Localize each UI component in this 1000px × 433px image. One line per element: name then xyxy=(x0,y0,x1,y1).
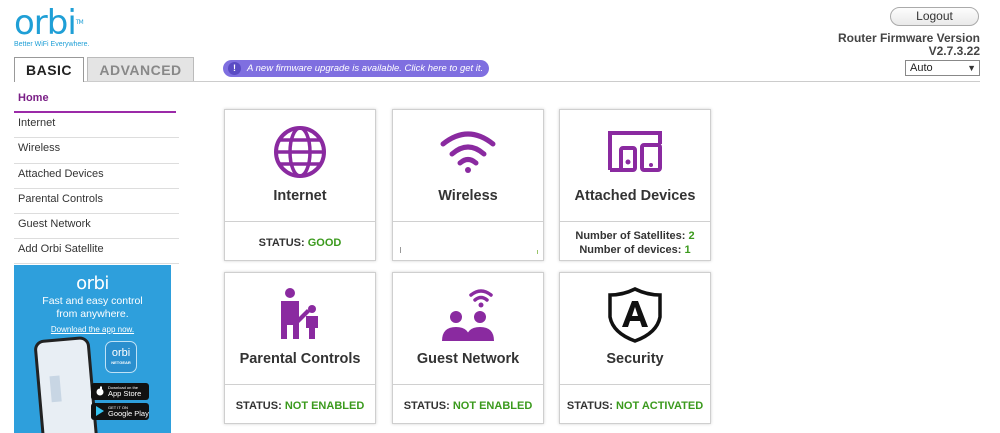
logo-tm: TM xyxy=(75,19,84,26)
status-label: STATUS: xyxy=(566,400,613,412)
satellites-count: Number of Satellites: 2 xyxy=(560,230,710,242)
devices-value: 1 xyxy=(684,244,691,256)
app-store-button[interactable]: Download on the App Store xyxy=(91,383,149,400)
firmware-upgrade-banner[interactable]: ! A new firmware upgrade is available. C… xyxy=(223,60,489,77)
status-label: STATUS: xyxy=(235,400,282,412)
google-play-button[interactable]: GET IT ON Google Play xyxy=(91,403,149,420)
chevron-down-icon: ▼ xyxy=(967,63,976,73)
language-value: Auto xyxy=(910,62,933,74)
card-internet[interactable]: Internet STATUS: GOOD xyxy=(224,109,376,261)
tab-divider xyxy=(84,81,980,82)
sidebar-item-guest-network[interactable]: Guest Network xyxy=(14,214,179,240)
status-value: NOT ENABLED xyxy=(452,400,533,412)
card-attached-devices[interactable]: Attached Devices Number of Satellites: 2… xyxy=(559,109,711,261)
shield-icon xyxy=(608,287,662,343)
card-divider xyxy=(393,384,543,385)
app-tile-sub: NETGEAR xyxy=(111,360,131,365)
card-divider xyxy=(225,384,375,385)
gplay-big: Google Play xyxy=(108,409,149,418)
satellites-value: 2 xyxy=(688,230,695,242)
orbi-logo: orbiTM Better WiFi Everywhere. xyxy=(14,6,89,48)
card-divider xyxy=(560,384,710,385)
card-title-attached-devices: Attached Devices xyxy=(574,188,696,204)
sidebar-item-home[interactable]: Home xyxy=(14,88,176,114)
guest-status: STATUS: NOT ENABLED xyxy=(393,400,543,412)
satellites-label: Number of Satellites: xyxy=(575,230,686,242)
tab-advanced[interactable]: ADVANCED xyxy=(87,57,194,81)
status-value: NOT ACTIVATED xyxy=(615,400,704,412)
card-title-guest-network: Guest Network xyxy=(416,351,520,367)
card-wireless[interactable]: Wireless xyxy=(392,109,544,261)
wifi-icon xyxy=(440,131,496,173)
tab-basic[interactable]: BASIC xyxy=(14,57,84,82)
parent-child-icon xyxy=(281,288,318,339)
logout-button[interactable]: Logout xyxy=(890,7,979,26)
appstore-big: App Store xyxy=(108,389,142,398)
internet-status: STATUS: GOOD xyxy=(225,237,375,249)
sidebar-item-parental-controls[interactable]: Parental Controls xyxy=(14,189,179,214)
card-parental-controls[interactable]: Parental Controls STATUS: NOT ENABLED xyxy=(224,272,376,424)
guest-users-icon xyxy=(442,289,494,341)
card-divider xyxy=(393,221,543,222)
card-divider xyxy=(225,221,375,222)
app-promo-panel: orbi Fast and easy control from anywhere… xyxy=(14,265,171,433)
firmware-version: V2.7.3.22 xyxy=(928,44,980,58)
promo-line1: Fast and easy control xyxy=(42,295,143,307)
banner-text: A new firmware upgrade is available. Cli… xyxy=(247,63,484,74)
status-label: STATUS: xyxy=(403,400,450,412)
devices-icon xyxy=(608,131,662,172)
devices-label: Number of devices: xyxy=(579,244,682,256)
card-divider xyxy=(560,221,710,222)
sidebar-item-add-satellite[interactable]: Add Orbi Satellite xyxy=(14,239,179,265)
sidebar-item-internet[interactable]: Internet xyxy=(14,113,179,139)
scroll-tick-right xyxy=(537,250,538,254)
status-value: NOT ENABLED xyxy=(284,400,365,412)
card-title-security: Security xyxy=(606,351,664,367)
promo-logo: orbi xyxy=(76,273,109,294)
globe-icon xyxy=(274,126,326,178)
sidebar-item-wireless[interactable]: Wireless xyxy=(14,138,179,164)
orbi-app-icon: orbi NETGEAR xyxy=(105,341,137,373)
sidebar-item-attached-devices[interactable]: Attached Devices xyxy=(14,164,179,189)
sidebar-nav: Home Internet Wireless Attached Devices … xyxy=(14,88,179,265)
phone-image xyxy=(33,335,99,433)
play-icon xyxy=(96,406,104,416)
promo-line2: from anywhere. xyxy=(56,308,129,320)
status-label: STATUS: xyxy=(258,237,305,249)
security-status: STATUS: NOT ACTIVATED xyxy=(560,400,710,412)
scroll-tick-left xyxy=(400,247,401,253)
card-title-wireless: Wireless xyxy=(438,188,498,204)
card-title-parental-controls: Parental Controls xyxy=(239,351,361,367)
logo-tagline: Better WiFi Everywhere. xyxy=(14,41,90,48)
logo-text: orbi xyxy=(14,3,77,43)
alert-icon: ! xyxy=(228,62,241,75)
apple-icon xyxy=(96,386,104,396)
parental-status: STATUS: NOT ENABLED xyxy=(225,400,375,412)
promo-download-link[interactable]: Download the app now. xyxy=(14,325,171,334)
devices-count: Number of devices: 1 xyxy=(560,244,710,256)
status-value: GOOD xyxy=(307,237,342,249)
language-select[interactable]: Auto ▼ xyxy=(905,60,980,76)
app-tile-word: orbi xyxy=(111,347,131,359)
card-security[interactable]: Security STATUS: NOT ACTIVATED xyxy=(559,272,711,424)
firmware-title: Router Firmware Version xyxy=(837,31,980,45)
card-guest-network[interactable]: Guest Network STATUS: NOT ENABLED xyxy=(392,272,544,424)
card-title-internet: Internet xyxy=(273,188,327,204)
